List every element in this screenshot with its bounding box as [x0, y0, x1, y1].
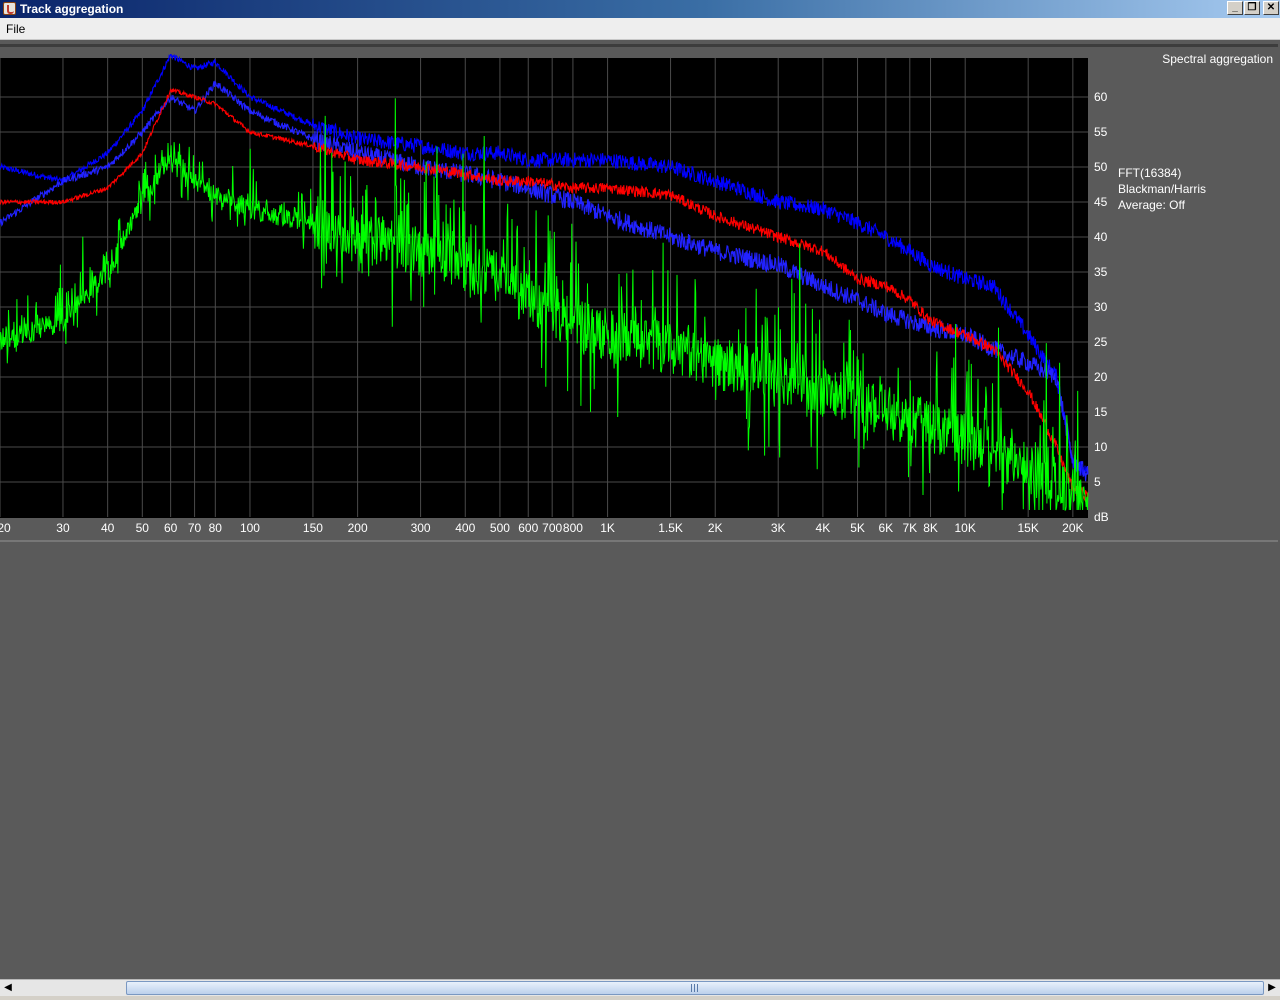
y-tick-label: 45 — [1094, 195, 1108, 209]
y-tick-label: 30 — [1094, 300, 1108, 314]
window-function: Blackman/Harris — [1118, 182, 1207, 196]
x-tick-label: 70 — [188, 521, 202, 535]
x-tick-label: 4K — [816, 521, 831, 535]
x-tick-label: 6K — [879, 521, 894, 535]
x-tick-label: 15K — [1017, 521, 1038, 535]
y-tick-label: 60 — [1094, 90, 1108, 104]
x-tick-label: 300 — [411, 521, 431, 535]
x-tick-label: 40 — [101, 521, 115, 535]
fft-size: FFT(16384) — [1118, 166, 1182, 180]
y-tick-label: 20 — [1094, 370, 1108, 384]
x-tick-label: 3K — [771, 521, 786, 535]
x-tick-label: 80 — [209, 521, 223, 535]
x-tick-label: 10K — [955, 521, 976, 535]
window-bottom-edge — [0, 996, 1280, 1000]
x-tick-label: 30 — [56, 521, 70, 535]
analysis-settings: FFT(16384) Blackman/Harris Average: Off — [1118, 165, 1206, 213]
scroll-right-icon[interactable]: ▶ — [1264, 980, 1280, 996]
x-tick-label: 8K — [923, 521, 938, 535]
y-tick-label: 35 — [1094, 265, 1108, 279]
grip-icon — [691, 984, 698, 992]
x-tick-label: 50 — [136, 521, 150, 535]
x-tick-label: 2K — [708, 521, 723, 535]
x-tick-label: 500 — [490, 521, 510, 535]
y-tick-label: 25 — [1094, 335, 1108, 349]
y-tick-label: 10 — [1094, 440, 1108, 454]
y-tick-label: 5 — [1094, 475, 1101, 489]
average-setting: Average: Off — [1118, 198, 1185, 212]
x-tick-label: 150 — [303, 521, 323, 535]
x-tick-label: 60 — [164, 521, 178, 535]
y-tick-label: 55 — [1094, 125, 1108, 139]
x-tick-label: 1K — [600, 521, 615, 535]
x-tick-label: 200 — [348, 521, 368, 535]
y-tick-label: 40 — [1094, 230, 1108, 244]
y-unit-label: dB — [1094, 510, 1109, 524]
x-tick-label: 600 — [518, 521, 538, 535]
x-tick-label: 20K — [1062, 521, 1083, 535]
x-tick-label: 800 — [563, 521, 583, 535]
x-tick-label: 7K — [902, 521, 917, 535]
x-tick-label: 400 — [455, 521, 475, 535]
x-tick-label: 1.5K — [658, 521, 683, 535]
scrollbar-thumb[interactable] — [126, 981, 1264, 995]
panel-title: Spectral aggregation — [1162, 52, 1273, 66]
horizontal-scrollbar[interactable]: ◀ ▶ — [0, 979, 1280, 996]
x-tick-label: 5K — [850, 521, 865, 535]
scroll-left-icon[interactable]: ◀ — [0, 980, 16, 996]
x-tick-label: 20 — [0, 521, 11, 535]
y-tick-label: 50 — [1094, 160, 1108, 174]
x-tick-label: 100 — [240, 521, 260, 535]
y-tick-label: 15 — [1094, 405, 1108, 419]
x-tick-label: 700 — [542, 521, 562, 535]
spectrum-series-line — [0, 98, 1089, 511]
spectrum-chart: 20 30 40 50 60 70 80 100 150 200 300 400 500 600 700 80… — [0, 53, 1109, 535]
